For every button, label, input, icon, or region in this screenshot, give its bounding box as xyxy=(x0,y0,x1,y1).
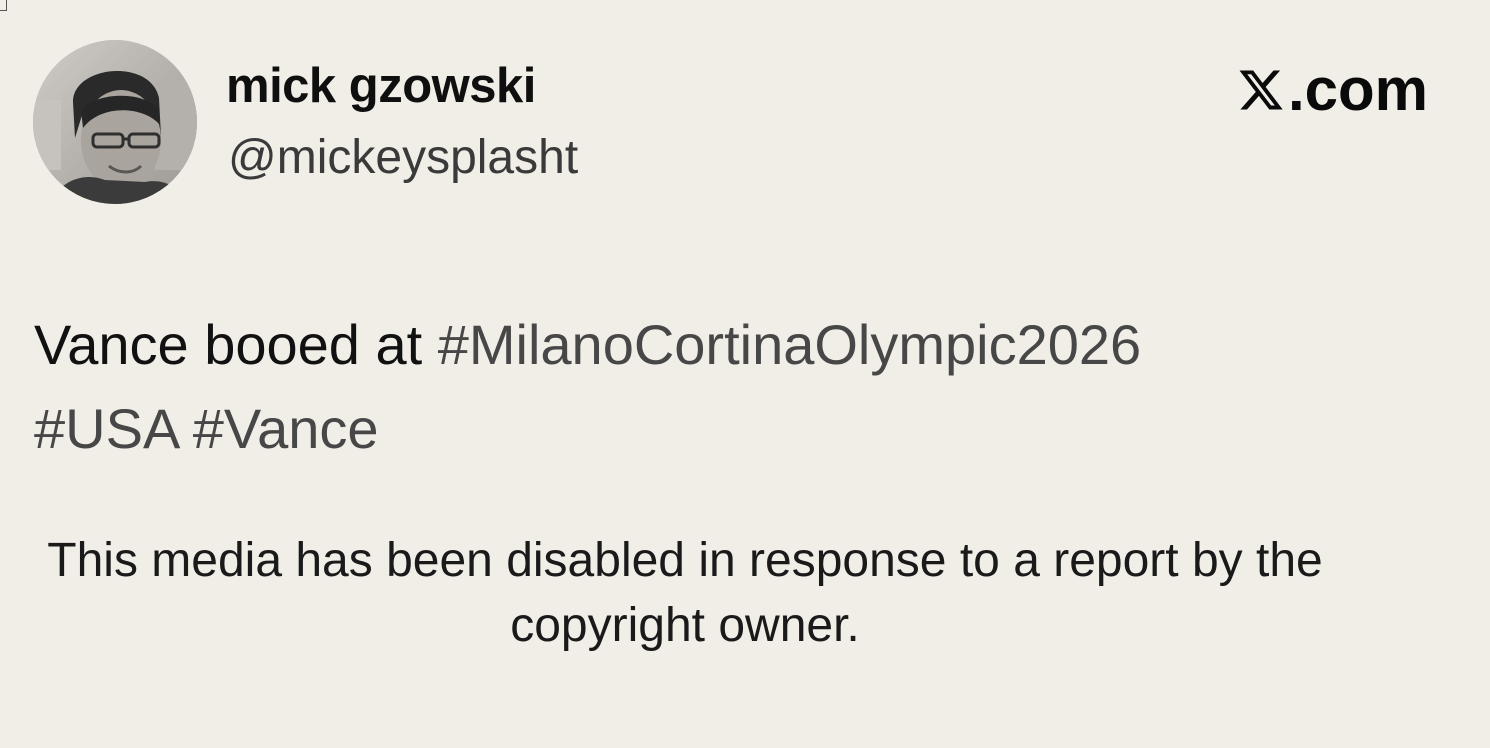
hashtag-link[interactable]: #USA xyxy=(34,397,177,460)
x-com-link[interactable]: .com xyxy=(1236,60,1428,120)
tweet-card: mick gzowski @mickeysplasht .com Vance b… xyxy=(0,0,1490,748)
corner-mark xyxy=(0,0,7,11)
hashtag-link[interactable]: #Vance xyxy=(193,397,379,460)
display-name[interactable]: mick gzowski xyxy=(226,62,536,111)
media-disabled-notice: This media has been disabled in response… xyxy=(47,534,1323,652)
tweet-text: Vance booed at #MilanoCortinaOlympic2026… xyxy=(34,303,1364,471)
avatar[interactable] xyxy=(33,40,197,204)
tweet-plain-text: Vance booed at xyxy=(34,313,423,376)
hashtag-link[interactable]: #MilanoCortinaOlympic2026 xyxy=(438,313,1141,376)
brand-label: .com xyxy=(1287,56,1428,123)
x-logo-icon xyxy=(1239,70,1283,110)
profile-photo xyxy=(33,40,197,204)
user-handle[interactable]: @mickeysplasht xyxy=(228,134,578,182)
